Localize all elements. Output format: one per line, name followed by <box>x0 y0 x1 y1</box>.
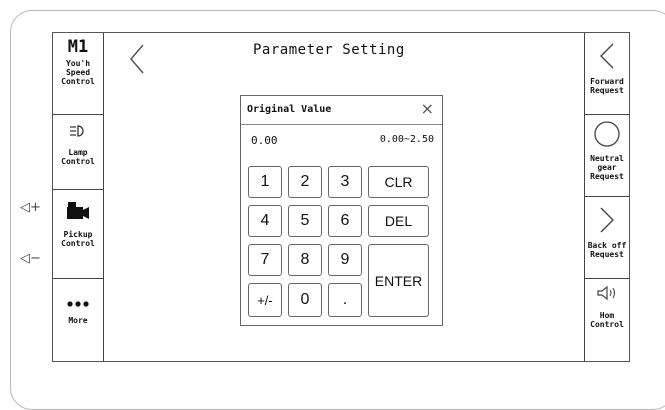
back-off-label-1: Back off <box>587 241 627 250</box>
chevron-right-icon <box>585 205 629 239</box>
horn-control-label-2: Control <box>590 320 624 329</box>
speed-control-label-1: You'h <box>65 59 91 68</box>
circle-icon <box>585 120 629 152</box>
speed-control-label-3: Control <box>61 77 95 86</box>
neutral-gear-label-1: Neutral <box>590 154 624 163</box>
sign-toggle-button[interactable]: +/- <box>248 283 282 317</box>
delete-button[interactable]: DEL <box>368 205 429 237</box>
speed-control-button[interactable]: M1 You'h Speed Control <box>53 33 103 115</box>
forward-request-label-1: Forward <box>590 77 624 86</box>
horn-control-button[interactable]: Hom Control <box>585 279 629 363</box>
enter-button[interactable]: ENTER <box>368 244 429 317</box>
lamp-control-button[interactable]: Lamp Control <box>53 115 103 190</box>
pickup-control-label-2: Control <box>61 239 95 248</box>
more-button[interactable]: More <box>53 279 103 363</box>
key-6[interactable]: 6 <box>328 205 362 237</box>
dialog-title: Original Value <box>247 104 332 115</box>
volume-up-icon[interactable]: ◁+ <box>20 200 41 215</box>
clear-button[interactable]: CLR <box>368 166 429 198</box>
key-0[interactable]: 0 <box>288 283 322 317</box>
m1-icon: M1 <box>67 37 89 57</box>
lamp-control-label-1: Lamp <box>68 148 88 157</box>
pickup-control-button[interactable]: Pickup Control <box>53 190 103 279</box>
close-icon[interactable]: × <box>421 99 434 118</box>
forward-request-label-2: Request <box>590 86 624 95</box>
current-value: 0.00 <box>251 134 278 147</box>
forward-request-button[interactable]: Forward Request <box>585 33 629 115</box>
value-range: 0.00~2.50 <box>379 134 434 145</box>
chevron-left-icon <box>585 41 629 75</box>
more-label: More <box>68 316 88 325</box>
page-title: Parameter Setting <box>253 42 405 58</box>
volume-down-icon[interactable]: ◁− <box>20 251 41 266</box>
key-9[interactable]: 9 <box>328 244 362 276</box>
lamp-control-label-2: Control <box>61 157 95 166</box>
key-3[interactable]: 3 <box>328 166 362 198</box>
key-2[interactable]: 2 <box>288 166 322 198</box>
value-input-dialog: Original Value × 0.00 0.00~2.50 1 2 3 CL… <box>240 95 443 326</box>
dialog-header: Original Value × <box>241 96 442 125</box>
neutral-gear-label-3: Request <box>590 172 624 181</box>
pickup-camera-icon <box>53 200 103 226</box>
key-4[interactable]: 4 <box>248 205 282 237</box>
neutral-gear-label-2: gear <box>597 163 617 172</box>
pickup-control-label-1: Pickup <box>63 230 93 239</box>
right-panel: Forward Request Neutral gear Request Bac… <box>584 33 629 361</box>
more-dots-icon <box>53 293 103 312</box>
left-panel: M1 You'h Speed Control Lamp Control Pick… <box>53 33 104 361</box>
lamp-icon <box>53 123 103 142</box>
neutral-gear-request-button[interactable]: Neutral gear Request <box>585 115 629 197</box>
key-1[interactable]: 1 <box>248 166 282 198</box>
speed-control-label-2: Speed <box>65 68 91 77</box>
key-7[interactable]: 7 <box>248 244 282 276</box>
back-off-request-button[interactable]: Back off Request <box>585 197 629 279</box>
key-8[interactable]: 8 <box>288 244 322 276</box>
back-off-label-2: Request <box>590 250 624 259</box>
back-arrow-icon[interactable] <box>123 41 153 75</box>
horn-icon <box>585 285 629 305</box>
horn-control-label-1: Hom <box>599 311 615 320</box>
main-screen: M1 You'h Speed Control Lamp Control Pick… <box>52 32 630 362</box>
decimal-point-button[interactable]: . <box>328 283 362 317</box>
key-5[interactable]: 5 <box>288 205 322 237</box>
